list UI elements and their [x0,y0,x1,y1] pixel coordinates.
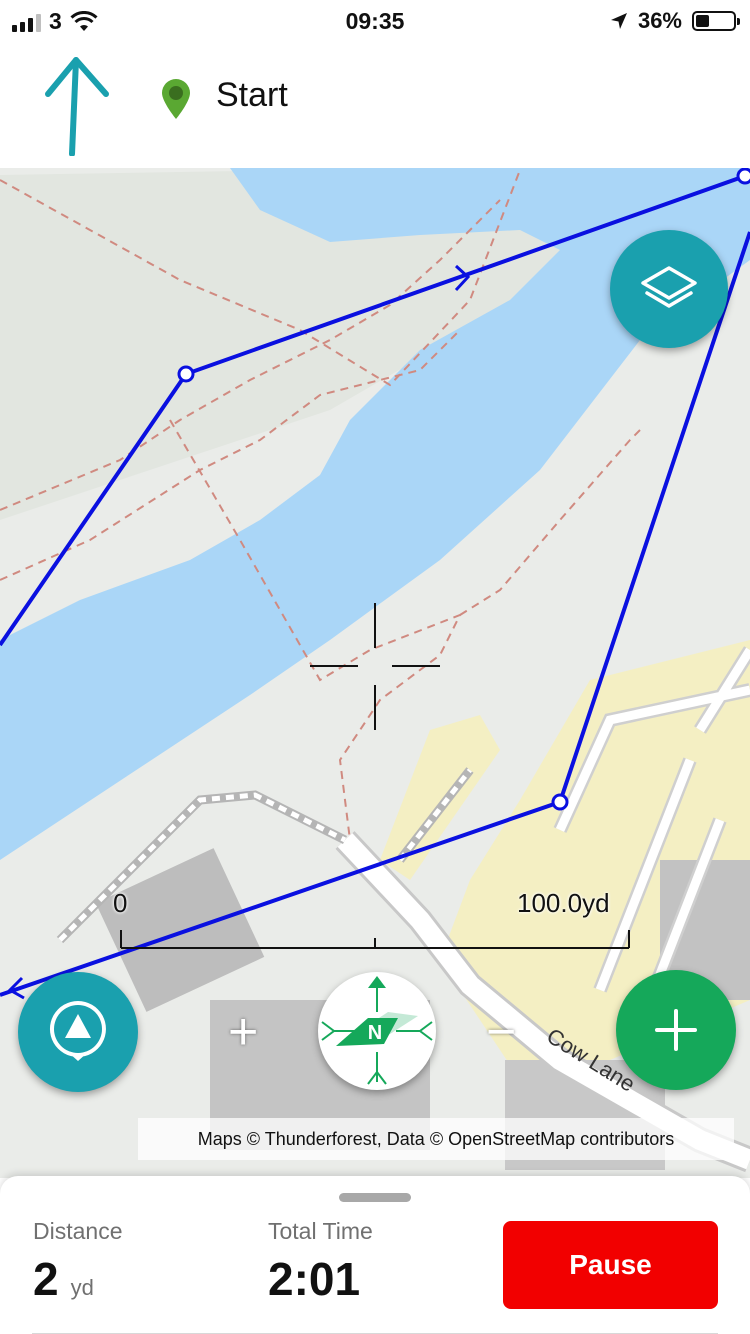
scale-end-label: 100.0yd [517,888,610,918]
sheet-handle[interactable] [339,1193,411,1202]
compass-icon: N [321,976,433,1085]
layers-icon [641,266,697,308]
add-waypoint-button[interactable] [616,970,736,1090]
total-time-label: Total Time [268,1218,373,1244]
battery-percent: 36% [637,8,682,33]
zoom-out-button[interactable]: − [486,1002,516,1062]
route-waypoint [177,365,195,383]
locate-button[interactable] [18,972,138,1092]
svg-text:N: N [368,1022,382,1044]
route-title: Start [216,76,288,114]
zoom-in-button[interactable]: + [228,1002,258,1062]
status-bar: 3 09:35 36% [0,0,750,42]
route-waypoint [551,793,569,811]
total-time-value: 2:01 [268,1253,361,1305]
map-view[interactable]: Cow Lane 0 100.0yd + N − Maps © Thunderf… [0,168,750,1178]
map-pin-icon [162,79,190,119]
plus-icon [655,1009,697,1051]
map-attribution[interactable]: Maps © Thunderforest, Data © OpenStreetM… [138,1118,734,1160]
stats-sheet: Distance 2 yd Total Time 2:01 Pause [0,1176,750,1334]
pause-button[interactable]: Pause [503,1221,718,1309]
route-header: Start [0,42,750,169]
locate-icon [49,1001,106,1061]
distance-unit: yd [70,1275,94,1300]
compass-button[interactable]: N [318,972,436,1090]
battery-icon [692,11,740,31]
scale-start-label: 0 [113,888,128,918]
distance-label: Distance [33,1218,123,1244]
distance-number: 2 [33,1253,59,1305]
up-arrow-icon[interactable] [38,56,114,156]
status-right: 36% [610,8,740,34]
route-waypoint [736,168,750,185]
location-arrow-icon [610,13,627,29]
distance-value: 2 yd [33,1252,94,1306]
layers-button[interactable] [610,230,728,348]
